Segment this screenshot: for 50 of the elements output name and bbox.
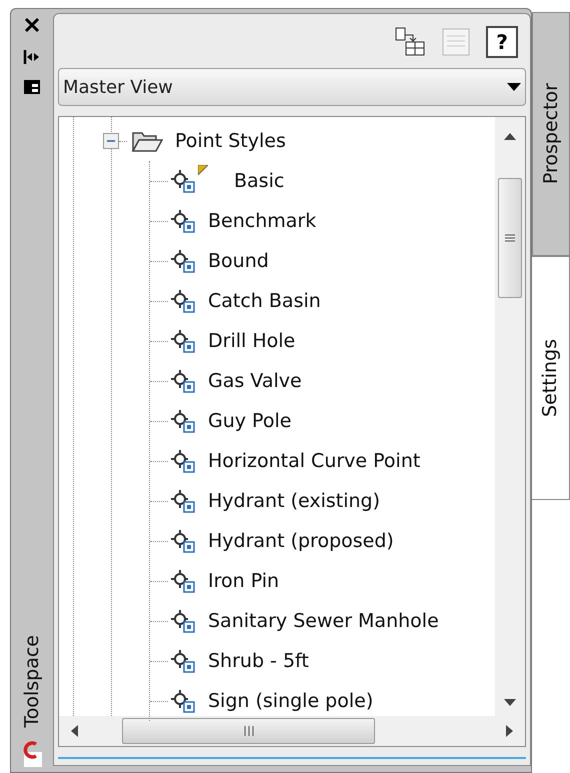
point-style-icon xyxy=(170,368,196,394)
point-style-icon xyxy=(170,448,196,474)
tree-item[interactable]: Catch Basin xyxy=(208,286,321,316)
point-style-icon xyxy=(170,528,196,554)
collapse-toggle[interactable] xyxy=(103,133,119,149)
tree-item[interactable]: Benchmark xyxy=(208,206,316,236)
point-style-icon xyxy=(170,568,196,594)
point-style-icon xyxy=(170,688,196,714)
point-style-icon xyxy=(170,408,196,434)
horizontal-scrollbar[interactable] xyxy=(59,716,525,746)
scroll-right-icon[interactable] xyxy=(506,725,513,737)
tree-item[interactable]: Drill Hole xyxy=(208,326,296,356)
side-tab[interactable]: Settings xyxy=(532,256,570,500)
view-dropdown[interactable]: Master View xyxy=(58,68,526,106)
point-style-icon xyxy=(170,328,196,354)
toolspace-title: Toolspace xyxy=(20,635,44,728)
side-tab[interactable]: Prospector xyxy=(532,12,570,256)
scroll-thumb[interactable] xyxy=(122,718,375,744)
tree-item[interactable]: Bound xyxy=(208,246,269,276)
tree-item[interactable]: Iron Pin xyxy=(208,566,280,596)
point-style-icon xyxy=(170,608,196,634)
tree-item[interactable]: Sign (single pole) xyxy=(208,686,374,716)
point-style-icon xyxy=(170,488,196,514)
dropdown-arrow-icon xyxy=(507,83,521,91)
help-button[interactable]: ? xyxy=(486,26,518,58)
scroll-thumb[interactable] xyxy=(498,178,522,298)
tree-item[interactable]: Hydrant (existing) xyxy=(208,486,380,516)
properties-icon[interactable] xyxy=(23,79,41,95)
grip-icon xyxy=(244,726,254,736)
grip-icon xyxy=(505,234,515,242)
tree-item[interactable]: Sanitary Sewer Manhole xyxy=(208,606,439,636)
auto-hide-icon[interactable] xyxy=(23,49,41,65)
scroll-up-icon[interactable] xyxy=(504,133,516,140)
tree-item[interactable]: Guy Pole xyxy=(208,406,292,436)
tree-item[interactable]: Hydrant (proposed) xyxy=(208,526,394,556)
point-style-icon xyxy=(170,168,196,194)
tree-item[interactable]: Gas Valve xyxy=(208,366,302,396)
point-style-icon xyxy=(170,648,196,674)
tree-item[interactable]: Horizontal Curve Point xyxy=(208,446,420,476)
close-icon[interactable] xyxy=(24,17,40,33)
point-style-icon xyxy=(170,248,196,274)
vertical-scrollbar[interactable] xyxy=(495,117,525,716)
point-style-icon xyxy=(170,208,196,234)
tree-view-icon[interactable] xyxy=(394,26,426,58)
scroll-left-icon[interactable] xyxy=(71,725,78,737)
tree-item[interactable]: Point Styles xyxy=(175,126,286,156)
point-style-icon xyxy=(170,288,196,314)
tree-item[interactable]: Basic xyxy=(234,166,284,196)
scroll-down-icon[interactable] xyxy=(504,699,516,706)
tree-item[interactable]: Shrub - 5ft xyxy=(208,646,309,676)
